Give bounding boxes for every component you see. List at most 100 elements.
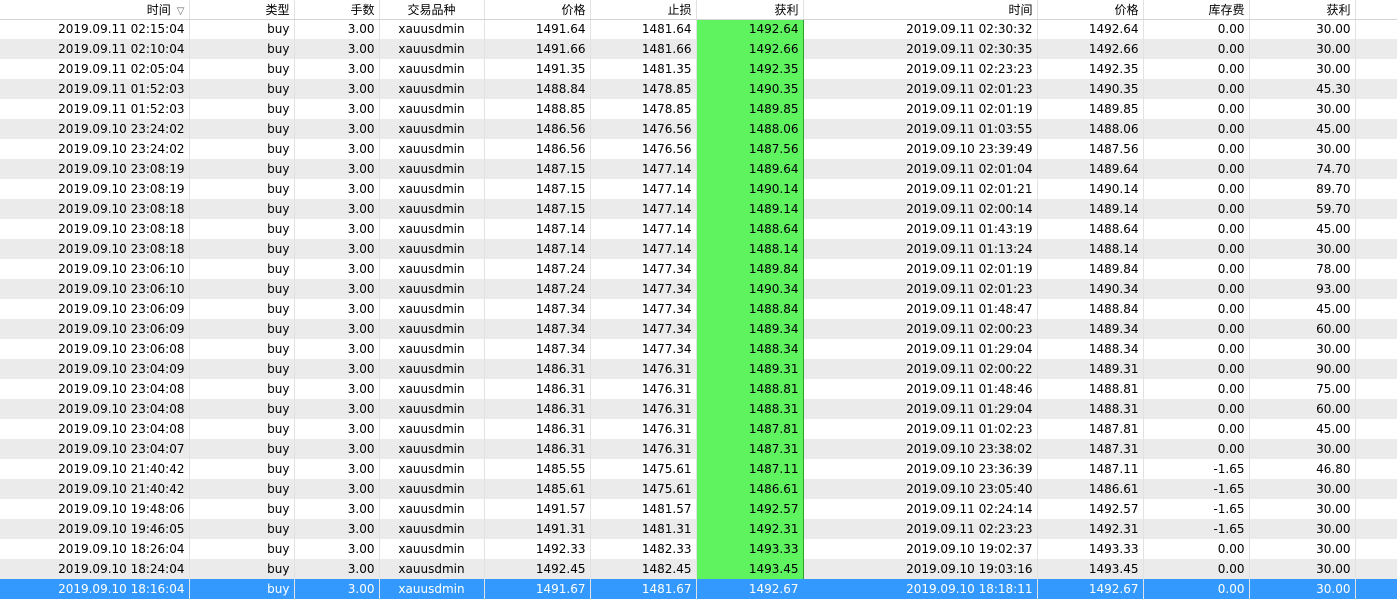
col-close-price[interactable]: 价格 <box>1037 0 1144 20</box>
cell-stop-loss: 1481.64 <box>590 19 697 39</box>
table-row[interactable]: 2019.09.10 23:06:10 buy 3.00 xauusdmin 1487.… <box>0 279 1397 299</box>
cell-lots: 3.00 <box>294 379 380 399</box>
table-row[interactable]: 2019.09.11 02:05:04 buy 3.00 xauusdmin 1491.… <box>0 59 1397 79</box>
cell-lots: 3.00 <box>294 359 380 379</box>
cell-open-time: 2019.09.10 23:04:08 <box>0 399 190 419</box>
table-row[interactable]: 2019.09.10 23:24:02 buy 3.00 xauusdmin 1486.… <box>0 119 1397 139</box>
table-row[interactable]: 2019.09.10 23:08:18 buy 3.00 xauusdmin 1487.… <box>0 219 1397 239</box>
col-swap[interactable]: 库存费 <box>1143 0 1250 20</box>
cell-price: 1491.35 <box>484 59 591 79</box>
cell-price: 1486.56 <box>484 139 591 159</box>
cell-close-price: 1490.35 <box>1037 79 1144 99</box>
cell-open-time: 2019.09.11 01:52:03 <box>0 99 190 119</box>
cell-close-time: 2019.09.11 01:29:04 <box>803 339 1038 359</box>
table-row[interactable]: 2019.09.10 23:08:18 buy 3.00 xauusdmin 1487.… <box>0 199 1397 219</box>
cell-take-profit: 1492.64 <box>695 19 804 39</box>
cell-stop-loss: 1482.45 <box>590 559 697 579</box>
cell-swap: -1.65 <box>1143 499 1250 519</box>
history-rows: 2019.09.11 02:15:04 buy 3.00 xauusdmin 1491.… <box>0 19 1397 599</box>
cell-lots: 3.00 <box>294 79 380 99</box>
cell-stop-loss: 1477.34 <box>590 319 697 339</box>
cell-lots: 3.00 <box>294 579 380 599</box>
cell-swap: 0.00 <box>1143 179 1250 199</box>
table-row[interactable]: 2019.09.10 23:08:19 buy 3.00 xauusdmin 1487.… <box>0 159 1397 179</box>
cell-symbol: xauusdmin <box>379 19 485 39</box>
cell-type: buy <box>189 319 295 339</box>
table-row[interactable]: 2019.09.10 19:46:05 buy 3.00 xauusdmin 1491.… <box>0 519 1397 539</box>
cell-symbol: xauusdmin <box>379 419 485 439</box>
cell-symbol: xauusdmin <box>379 479 485 499</box>
table-row[interactable]: 2019.09.10 23:08:18 buy 3.00 xauusdmin 1487.… <box>0 239 1397 259</box>
cell-swap: 0.00 <box>1143 259 1250 279</box>
cell-take-profit: 1489.31 <box>695 359 804 379</box>
cell-filler <box>1355 339 1397 359</box>
cell-filler <box>1355 299 1397 319</box>
col-stop-loss[interactable]: 止损 <box>590 0 697 20</box>
cell-price: 1491.31 <box>484 519 591 539</box>
table-row[interactable]: 2019.09.10 18:24:04 buy 3.00 xauusdmin 1492.… <box>0 559 1397 579</box>
cell-swap: 0.00 <box>1143 339 1250 359</box>
table-row[interactable]: 2019.09.10 23:08:19 buy 3.00 xauusdmin 1487.… <box>0 179 1397 199</box>
cell-price: 1486.56 <box>484 119 591 139</box>
cell-close-price: 1493.33 <box>1037 539 1144 559</box>
col-profit[interactable]: 获利 <box>1249 0 1356 20</box>
cell-take-profit: 1488.31 <box>695 399 804 419</box>
cell-open-time: 2019.09.10 23:06:10 <box>0 259 190 279</box>
cell-profit: 30.00 <box>1249 479 1356 499</box>
table-row[interactable]: 2019.09.10 23:04:09 buy 3.00 xauusdmin 1486.… <box>0 359 1397 379</box>
cell-symbol: xauusdmin <box>379 279 485 299</box>
cell-close-price: 1492.67 <box>1037 579 1144 599</box>
table-row[interactable]: 2019.09.11 02:10:04 buy 3.00 xauusdmin 1491.… <box>0 39 1397 59</box>
table-row[interactable]: 2019.09.10 23:06:09 buy 3.00 xauusdmin 1487.… <box>0 299 1397 319</box>
cell-open-time: 2019.09.10 18:26:04 <box>0 539 190 559</box>
table-row[interactable]: 2019.09.10 23:04:08 buy 3.00 xauusdmin 1486.… <box>0 379 1397 399</box>
table-row[interactable]: 2019.09.10 21:40:42 buy 3.00 xauusdmin 1485.… <box>0 459 1397 479</box>
table-row[interactable]: 2019.09.10 23:06:08 buy 3.00 xauusdmin 1487.… <box>0 339 1397 359</box>
col-type[interactable]: 类型 <box>189 0 295 20</box>
table-row[interactable]: 2019.09.10 19:48:06 buy 3.00 xauusdmin 1491.… <box>0 499 1397 519</box>
cell-type: buy <box>189 399 295 419</box>
cell-take-profit: 1489.84 <box>695 259 804 279</box>
table-row[interactable]: 2019.09.10 23:04:08 buy 3.00 xauusdmin 1486.… <box>0 399 1397 419</box>
cell-stop-loss: 1477.34 <box>590 299 697 319</box>
table-row[interactable]: 2019.09.11 01:52:03 buy 3.00 xauusdmin 1488.… <box>0 99 1397 119</box>
table-row[interactable]: 2019.09.11 02:15:04 buy 3.00 xauusdmin 1491.… <box>0 19 1397 39</box>
cell-close-price: 1489.84 <box>1037 259 1144 279</box>
cell-open-time: 2019.09.10 18:16:04 <box>0 579 190 599</box>
table-row[interactable]: 2019.09.10 18:16:04 buy 3.00 xauusdmin 1491.… <box>0 579 1397 599</box>
cell-take-profit: 1490.35 <box>695 79 804 99</box>
col-price[interactable]: 价格 <box>484 0 591 20</box>
history-table: 时间 ▽ 类型 手数 交易品种 价格 止损 获利 时间 价格 库存费 获利 201… <box>0 0 1397 599</box>
cell-price: 1487.24 <box>484 259 591 279</box>
cell-stop-loss: 1481.67 <box>590 579 697 599</box>
cell-swap: 0.00 <box>1143 19 1250 39</box>
cell-lots: 3.00 <box>294 239 380 259</box>
table-row[interactable]: 2019.09.11 01:52:03 buy 3.00 xauusdmin 1488.… <box>0 79 1397 99</box>
cell-lots: 3.00 <box>294 559 380 579</box>
table-row[interactable]: 2019.09.10 23:04:08 buy 3.00 xauusdmin 1486.… <box>0 419 1397 439</box>
cell-stop-loss: 1476.31 <box>590 359 697 379</box>
table-row[interactable]: 2019.09.10 21:40:42 buy 3.00 xauusdmin 1485.… <box>0 479 1397 499</box>
cell-close-price: 1486.61 <box>1037 479 1144 499</box>
cell-lots: 3.00 <box>294 119 380 139</box>
table-row[interactable]: 2019.09.10 18:26:04 buy 3.00 xauusdmin 1492.… <box>0 539 1397 559</box>
table-row[interactable]: 2019.09.10 23:06:09 buy 3.00 xauusdmin 1487.… <box>0 319 1397 339</box>
table-row[interactable]: 2019.09.10 23:04:07 buy 3.00 xauusdmin 1486.… <box>0 439 1397 459</box>
table-row[interactable]: 2019.09.10 23:06:10 buy 3.00 xauusdmin 1487.… <box>0 259 1397 279</box>
cell-open-time: 2019.09.10 23:24:02 <box>0 119 190 139</box>
cell-stop-loss: 1481.66 <box>590 39 697 59</box>
table-row[interactable]: 2019.09.10 23:24:02 buy 3.00 xauusdmin 1486.… <box>0 139 1397 159</box>
col-symbol[interactable]: 交易品种 <box>379 0 485 20</box>
cell-swap: 0.00 <box>1143 99 1250 119</box>
cell-type: buy <box>189 359 295 379</box>
cell-lots: 3.00 <box>294 319 380 339</box>
cell-swap: 0.00 <box>1143 119 1250 139</box>
cell-close-price: 1489.64 <box>1037 159 1144 179</box>
col-lots[interactable]: 手数 <box>294 0 380 20</box>
cell-symbol: xauusdmin <box>379 79 485 99</box>
cell-price: 1491.67 <box>484 579 591 599</box>
col-take-profit[interactable]: 获利 <box>696 0 804 20</box>
col-close-time[interactable]: 时间 <box>803 0 1038 20</box>
cell-type: buy <box>189 59 295 79</box>
col-open-time[interactable]: 时间 ▽ <box>0 0 190 20</box>
